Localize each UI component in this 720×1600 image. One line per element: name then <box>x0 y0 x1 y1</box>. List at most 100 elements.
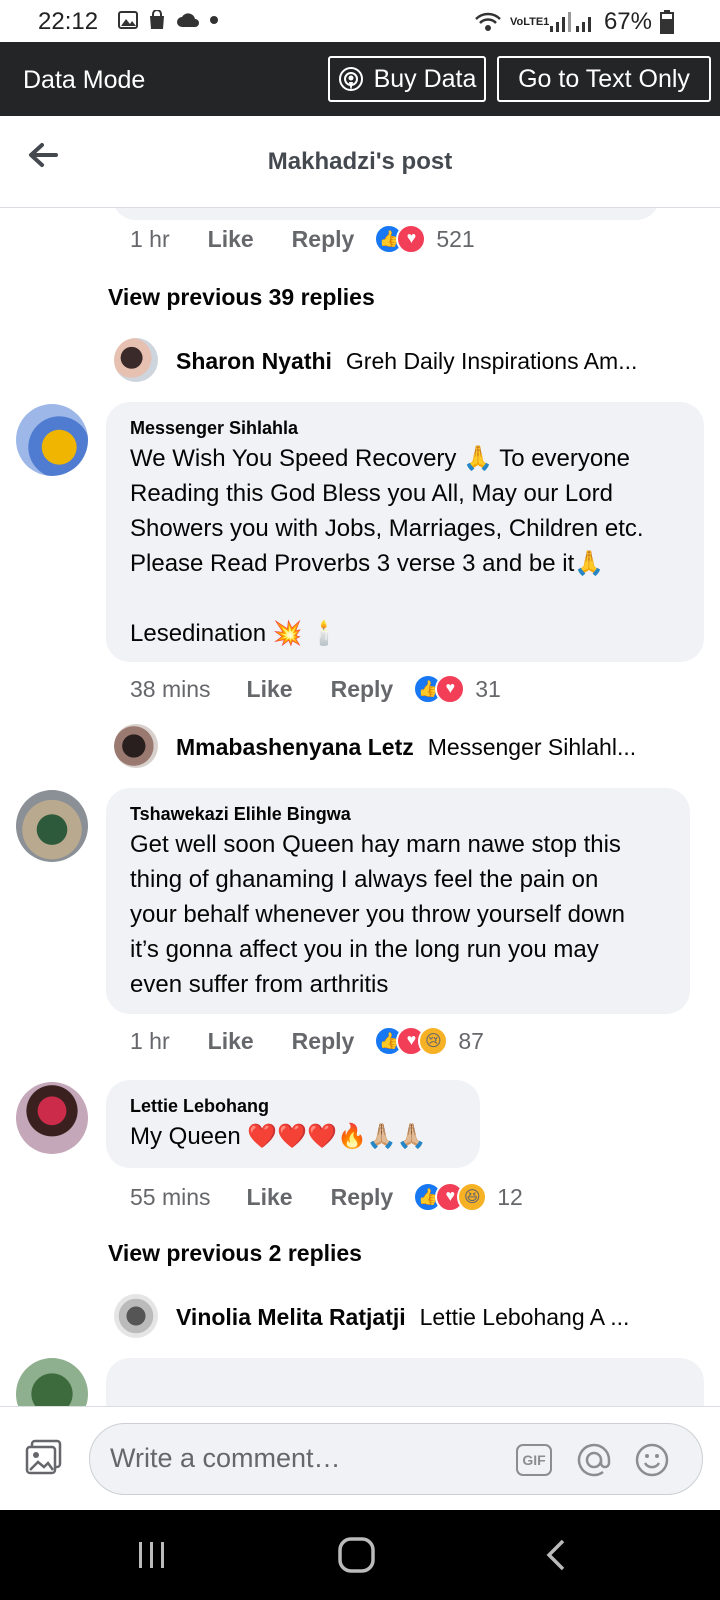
comment-line: thing of ghanaming I always feel the pai… <box>130 866 599 893</box>
comment-time: 38 mins <box>130 675 211 702</box>
reaction-summary[interactable]: 👍 ♥ 😢 87 <box>374 1026 484 1056</box>
mention-icon[interactable] <box>576 1442 612 1478</box>
page-title: Makhadzi's post <box>267 148 453 175</box>
reply-author: Mmabashenyana Letz <box>176 734 414 760</box>
battery-icon <box>660 10 674 34</box>
reply-preview[interactable]: Vinolia Melita Ratjatji Lettie Lebohang … <box>176 1304 696 1331</box>
reply-preview[interactable]: Sharon Nyathi Greh Daily Inspirations Am… <box>176 348 696 375</box>
data-mode-bar: Data Mode Buy Data Go to Text Only <box>0 42 720 116</box>
comment-time: 1 hr <box>130 225 170 252</box>
post-header: Makhadzi's post <box>0 116 720 208</box>
comment-line: Get well soon Queen hay marn nawe stop t… <box>130 831 621 858</box>
reaction-summary[interactable]: 👍 ♥ 521 <box>374 224 475 254</box>
reaction-summary[interactable]: 👍 ♥ 31 <box>413 674 501 704</box>
reaction-count: 87 <box>458 1027 484 1054</box>
status-bar: 22:12 VoLTE1 67% <box>0 0 720 42</box>
comment-author: Lettie Lebohang <box>130 1096 269 1116</box>
view-previous-replies[interactable]: View previous 2 replies <box>108 1240 362 1267</box>
data-mode-label: Data Mode <box>23 66 146 94</box>
reply-text: Messenger Sihlahl... <box>427 734 637 760</box>
cloud-icon <box>177 13 199 27</box>
comment-line: your behalf whenever you throw yourself … <box>130 901 625 928</box>
reply-button[interactable]: Reply <box>292 226 355 253</box>
back-icon[interactable] <box>544 1538 568 1572</box>
avatar[interactable] <box>16 790 88 862</box>
status-right: VoLTE1 67% <box>474 8 674 36</box>
comment-line: Lesedination 💥 🕯️ <box>130 620 340 647</box>
gallery-icon <box>118 11 138 29</box>
comment-meta: 1 hr Like Reply 👍 ♥ 😢 87 <box>130 1026 484 1056</box>
network-type: VoLTE1 <box>509 15 550 28</box>
comment-input[interactable]: Write a comment… GIF <box>89 1423 703 1495</box>
avatar[interactable] <box>114 724 158 768</box>
podcast-icon <box>338 67 363 91</box>
system-nav-bar <box>0 1510 720 1600</box>
comment-placeholder: Write a comment… <box>110 1443 341 1473</box>
comment-line <box>130 581 680 616</box>
avatar[interactable] <box>16 1082 88 1154</box>
like-button[interactable]: Like <box>208 226 254 253</box>
avatar[interactable] <box>114 338 158 382</box>
reply-text: Lettie Lebohang A ... <box>419 1304 630 1330</box>
comment-line: Showers you with Jobs, Marriages, Childr… <box>130 515 644 542</box>
comment-meta: 55 mins Like Reply 👍 ♥ 😆 12 <box>130 1182 523 1212</box>
status-time: 22:12 <box>38 8 99 35</box>
comment-line: it’s gonna affect you in the long run yo… <box>130 936 599 963</box>
avatar[interactable] <box>16 1358 88 1406</box>
comment-bubble[interactable]: Lettie Lebohang My Queen ❤️❤️❤️🔥🙏🏼🙏🏼 <box>106 1080 480 1168</box>
home-icon[interactable] <box>337 1536 377 1574</box>
comment-line: My Queen ❤️❤️❤️🔥🙏🏼🙏🏼 <box>130 1123 427 1150</box>
reply-author: Vinolia Melita Ratjatji <box>176 1304 406 1330</box>
comment-composer: Write a comment… GIF <box>0 1406 720 1510</box>
like-button[interactable]: Like <box>247 1184 293 1211</box>
like-button[interactable]: Like <box>247 676 293 703</box>
comment-line: Please Read Proverbs 3 verse 3 and be it… <box>130 550 605 577</box>
comment-line: Reading this God Bless you All, May our … <box>130 480 613 507</box>
sad-reaction-icon: 😢 <box>418 1026 449 1056</box>
comment-line: We Wish You Speed Recovery 🙏 To everyone <box>130 445 630 472</box>
notification-icons <box>118 10 218 30</box>
buy-data-label: Buy Data <box>373 64 477 93</box>
reaction-summary[interactable]: 👍 ♥ 😆 12 <box>413 1182 523 1212</box>
emoji-icon[interactable] <box>634 1442 670 1478</box>
previous-comment-bubble <box>112 208 660 220</box>
comment-time: 55 mins <box>130 1183 211 1210</box>
love-reaction-icon: ♥ <box>396 224 427 254</box>
photo-icon[interactable] <box>24 1437 64 1477</box>
battery-percent: 67% <box>603 8 652 35</box>
avatar[interactable] <box>114 1294 158 1338</box>
reply-button[interactable]: Reply <box>331 676 394 703</box>
signal-icon <box>549 12 591 32</box>
reaction-count: 521 <box>436 225 475 252</box>
wifi-icon <box>475 12 501 31</box>
comment-meta: 38 mins Like Reply 👍 ♥ 31 <box>130 674 501 704</box>
recent-apps-icon[interactable] <box>136 1540 168 1570</box>
reply-preview[interactable]: Mmabashenyana Letz Messenger Sihlahl... <box>176 734 696 761</box>
reaction-count: 31 <box>475 675 501 702</box>
comment-text: My Queen ❤️❤️❤️🔥🙏🏼🙏🏼 <box>130 1119 456 1154</box>
reply-button[interactable]: Reply <box>331 1184 394 1211</box>
comment-line: even suffer from arthritis <box>130 971 389 998</box>
gif-button[interactable]: GIF <box>516 1444 552 1476</box>
buy-data-button[interactable]: Buy Data <box>328 56 486 102</box>
haha-reaction-icon: 😆 <box>457 1182 488 1212</box>
comment-bubble[interactable]: Tshawekazi Elihle Bingwa Get well soon Q… <box>106 788 690 1014</box>
comment-bubble[interactable] <box>106 1358 704 1406</box>
bag-icon <box>150 10 164 29</box>
comment-text: Get well soon Queen hay marn nawe stop t… <box>130 827 666 1002</box>
reply-text: Greh Daily Inspirations Am... <box>345 348 638 374</box>
reaction-count: 12 <box>497 1183 523 1210</box>
like-button[interactable]: Like <box>208 1028 254 1055</box>
text-only-button[interactable]: Go to Text Only <box>497 56 711 102</box>
comment-bubble[interactable]: Messenger Sihlahla We Wish You Speed Rec… <box>106 402 704 662</box>
comment-meta: 1 hr Like Reply 👍 ♥ 521 <box>130 224 475 254</box>
comment-text: We Wish You Speed Recovery 🙏 To everyone… <box>130 441 680 651</box>
view-previous-replies[interactable]: View previous 39 replies <box>108 284 375 311</box>
comment-author: Tshawekazi Elihle Bingwa <box>130 804 351 824</box>
reply-button[interactable]: Reply <box>292 1028 355 1055</box>
gif-label: GIF <box>522 1452 546 1468</box>
comments-feed[interactable]: 1 hr Like Reply 👍 ♥ 521 View previous 39… <box>0 208 720 1406</box>
reply-author: Sharon Nyathi <box>176 348 332 374</box>
text-only-label: Go to Text Only <box>518 64 690 93</box>
avatar[interactable] <box>16 404 88 476</box>
